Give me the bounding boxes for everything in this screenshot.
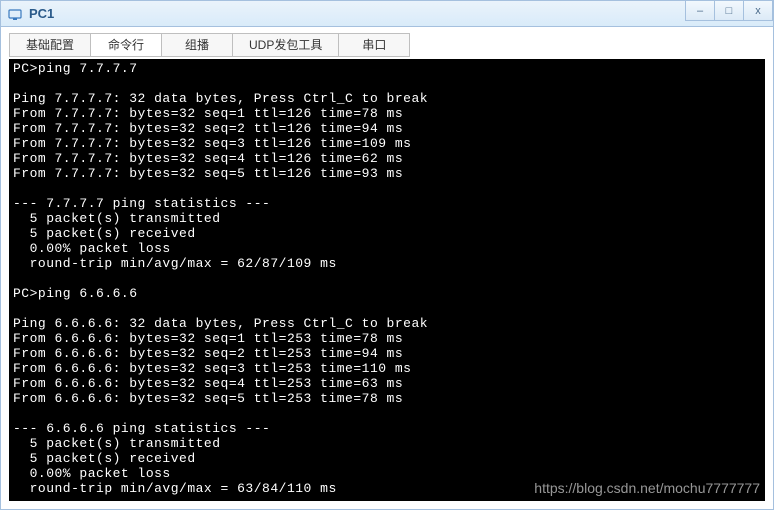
tab-basic-config[interactable]: 基础配置 — [9, 33, 91, 57]
close-button[interactable]: x — [743, 1, 773, 21]
minimize-icon: – — [697, 5, 703, 17]
app-icon — [7, 6, 23, 22]
tabbar: 基础配置 命令行 组播 UDP发包工具 串口 — [1, 27, 773, 57]
tab-label: 命令行 — [108, 38, 144, 52]
maximize-button[interactable]: □ — [714, 1, 744, 21]
tab-label: 串口 — [362, 38, 386, 52]
tab-command-line[interactable]: 命令行 — [90, 33, 162, 57]
window-controls: – □ x — [686, 1, 773, 21]
window-title: PC1 — [29, 6, 54, 21]
maximize-icon: □ — [726, 5, 733, 17]
tab-label: 组播 — [185, 38, 209, 52]
tab-serial[interactable]: 串口 — [338, 33, 410, 57]
tab-multicast[interactable]: 组播 — [161, 33, 233, 57]
tab-label: 基础配置 — [26, 38, 74, 52]
app-window: PC1 – □ x 基础配置 命令行 组播 UDP发包工具 串口 PC>ping… — [0, 0, 774, 510]
tab-udp-tool[interactable]: UDP发包工具 — [232, 33, 339, 57]
close-icon: x — [755, 5, 761, 17]
titlebar: PC1 – □ x — [1, 1, 773, 27]
terminal-output[interactable]: PC>ping 7.7.7.7 Ping 7.7.7.7: 32 data by… — [9, 59, 765, 501]
tab-label: UDP发包工具 — [249, 38, 322, 52]
minimize-button[interactable]: – — [685, 1, 715, 21]
